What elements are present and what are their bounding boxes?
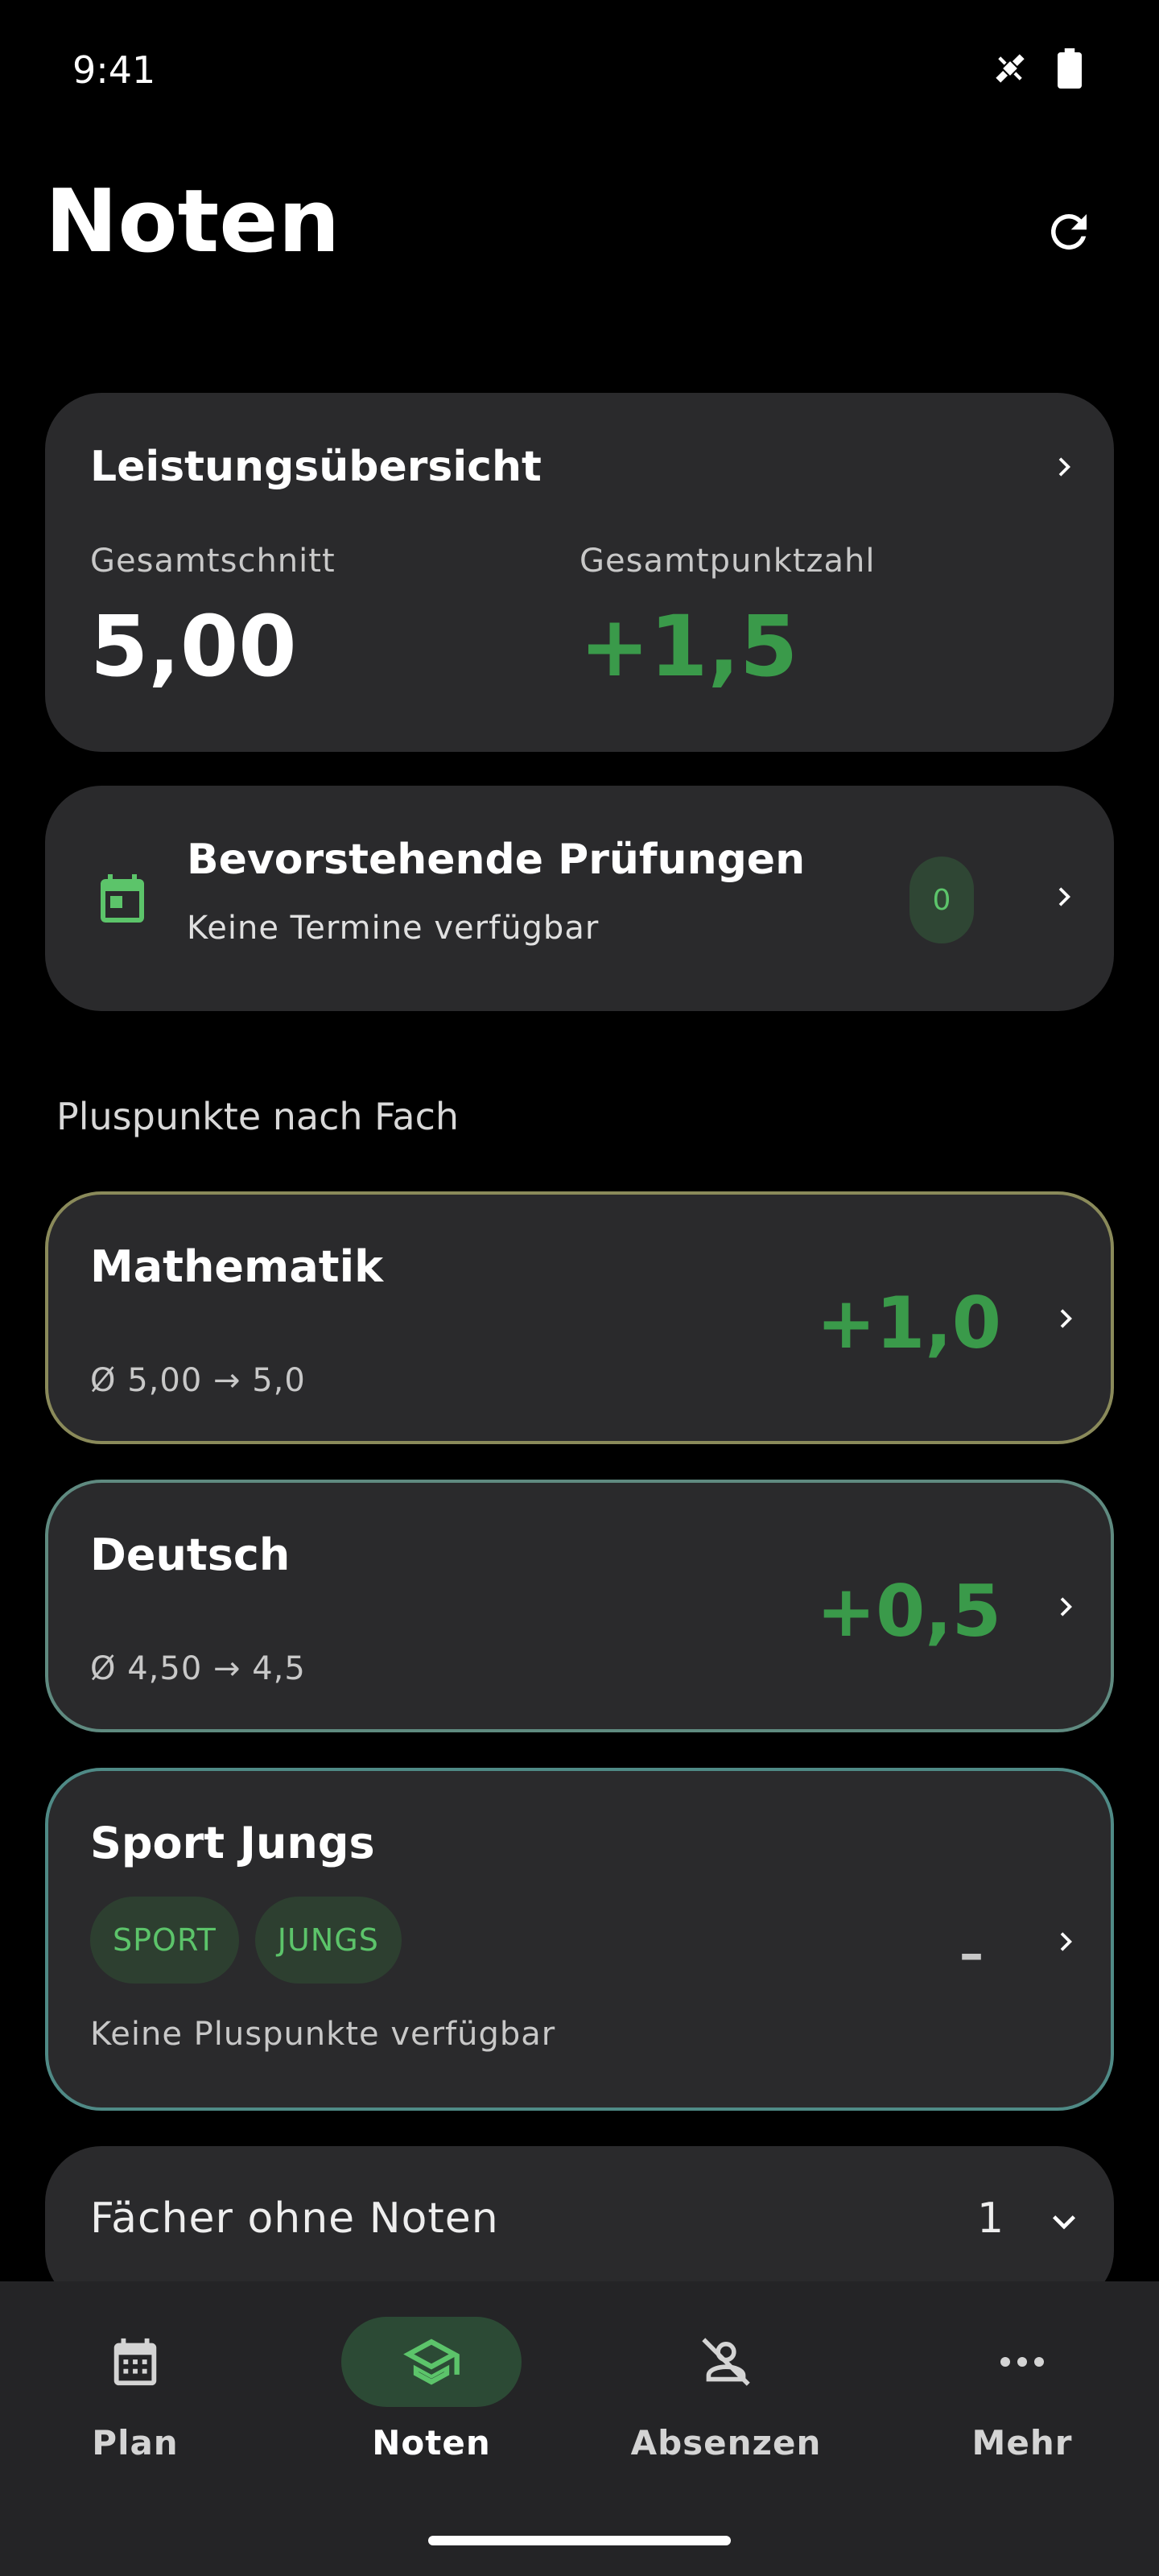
status-icons (990, 48, 1082, 89)
points-value: +1,5 (580, 597, 798, 696)
nav-label: Plan (92, 2423, 179, 2462)
more-dots-icon (1000, 2357, 1044, 2367)
tag-jungs: JUNGS (254, 1897, 402, 1984)
subject-name: Mathematik (90, 1241, 383, 1292)
subject-points: – (959, 1926, 984, 1982)
subject-note: Keine Pluspunkte verfügbar (90, 2016, 556, 2053)
average-value: 5,00 (90, 597, 297, 696)
exams-subtitle: Keine Termine verfügbar (187, 910, 600, 947)
subject-average: Ø 4,50 → 4,5 (90, 1650, 306, 1687)
exams-count-badge: 0 (909, 857, 974, 943)
nav-label: Absenzen (630, 2423, 822, 2462)
person-off-icon (702, 2338, 750, 2386)
refresh-button[interactable] (1038, 201, 1099, 262)
nav-item-noten[interactable]: Noten (335, 2317, 528, 2502)
chevron-right-icon (1058, 887, 1070, 906)
average-label: Gesamtschnitt (90, 543, 336, 580)
nav-item-absenzen[interactable]: Absenzen (629, 2317, 823, 2502)
chevron-right-icon (1058, 457, 1070, 477)
subject-average: Ø 5,00 → 5,0 (90, 1362, 306, 1399)
nav-label: Mehr (971, 2423, 1073, 2462)
section-label: Pluspunkte nach Fach (56, 1095, 460, 1138)
battery-icon (1058, 48, 1082, 89)
subject-points: +0,5 (816, 1570, 1001, 1653)
chevron-right-icon (1060, 1309, 1072, 1328)
nav-item-plan[interactable]: Plan (39, 2317, 232, 2502)
bottom-navigation: Plan Noten Absenzen Mehr (0, 2281, 1159, 2576)
nav-item-mehr[interactable]: Mehr (926, 2317, 1119, 2502)
satellite-icon (996, 54, 1025, 83)
no-grades-count: 1 (977, 2194, 1004, 2243)
chevron-right-icon (1060, 1932, 1072, 1951)
no-grades-label: Fächer ohne Noten (90, 2194, 499, 2243)
calendar-event-icon (101, 874, 144, 923)
status-time: 9:41 (72, 48, 156, 92)
status-bar: 9:41 (0, 0, 1159, 145)
graduation-cap-icon (403, 2339, 460, 2385)
subject-card-mathematik[interactable]: Mathematik Ø 5,00 → 5,0 +1,0 (45, 1191, 1114, 1444)
subject-card-deutsch[interactable]: Deutsch Ø 4,50 → 4,5 +0,5 (45, 1480, 1114, 1732)
upcoming-exams-card[interactable]: Bevorstehende Prüfungen Keine Termine ve… (45, 786, 1114, 1011)
subject-points: +1,0 (816, 1282, 1001, 1364)
points-label: Gesamtpunktzahl (580, 543, 876, 580)
subject-name: Sport Jungs (90, 1818, 375, 1868)
page-title: Noten (45, 171, 340, 272)
subject-tags: SPORT JUNGS (90, 1897, 418, 1984)
exams-title: Bevorstehende Prüfungen (187, 836, 806, 884)
subject-name: Deutsch (90, 1530, 291, 1580)
tag-sport: SPORT (90, 1897, 239, 1984)
refresh-icon (1050, 213, 1087, 250)
calendar-icon (113, 2338, 157, 2386)
home-indicator[interactable] (428, 2536, 731, 2545)
overview-card[interactable]: Leistungsübersicht Gesamtschnitt 5,00 Ge… (45, 393, 1114, 752)
chevron-down-icon (1053, 2215, 1075, 2230)
chevron-right-icon (1060, 1597, 1072, 1616)
nav-label: Noten (372, 2423, 491, 2462)
overview-title: Leistungsübersicht (90, 443, 542, 491)
subject-card-sport-jungs[interactable]: Sport Jungs SPORT JUNGS Keine Pluspunkte… (45, 1768, 1114, 2111)
